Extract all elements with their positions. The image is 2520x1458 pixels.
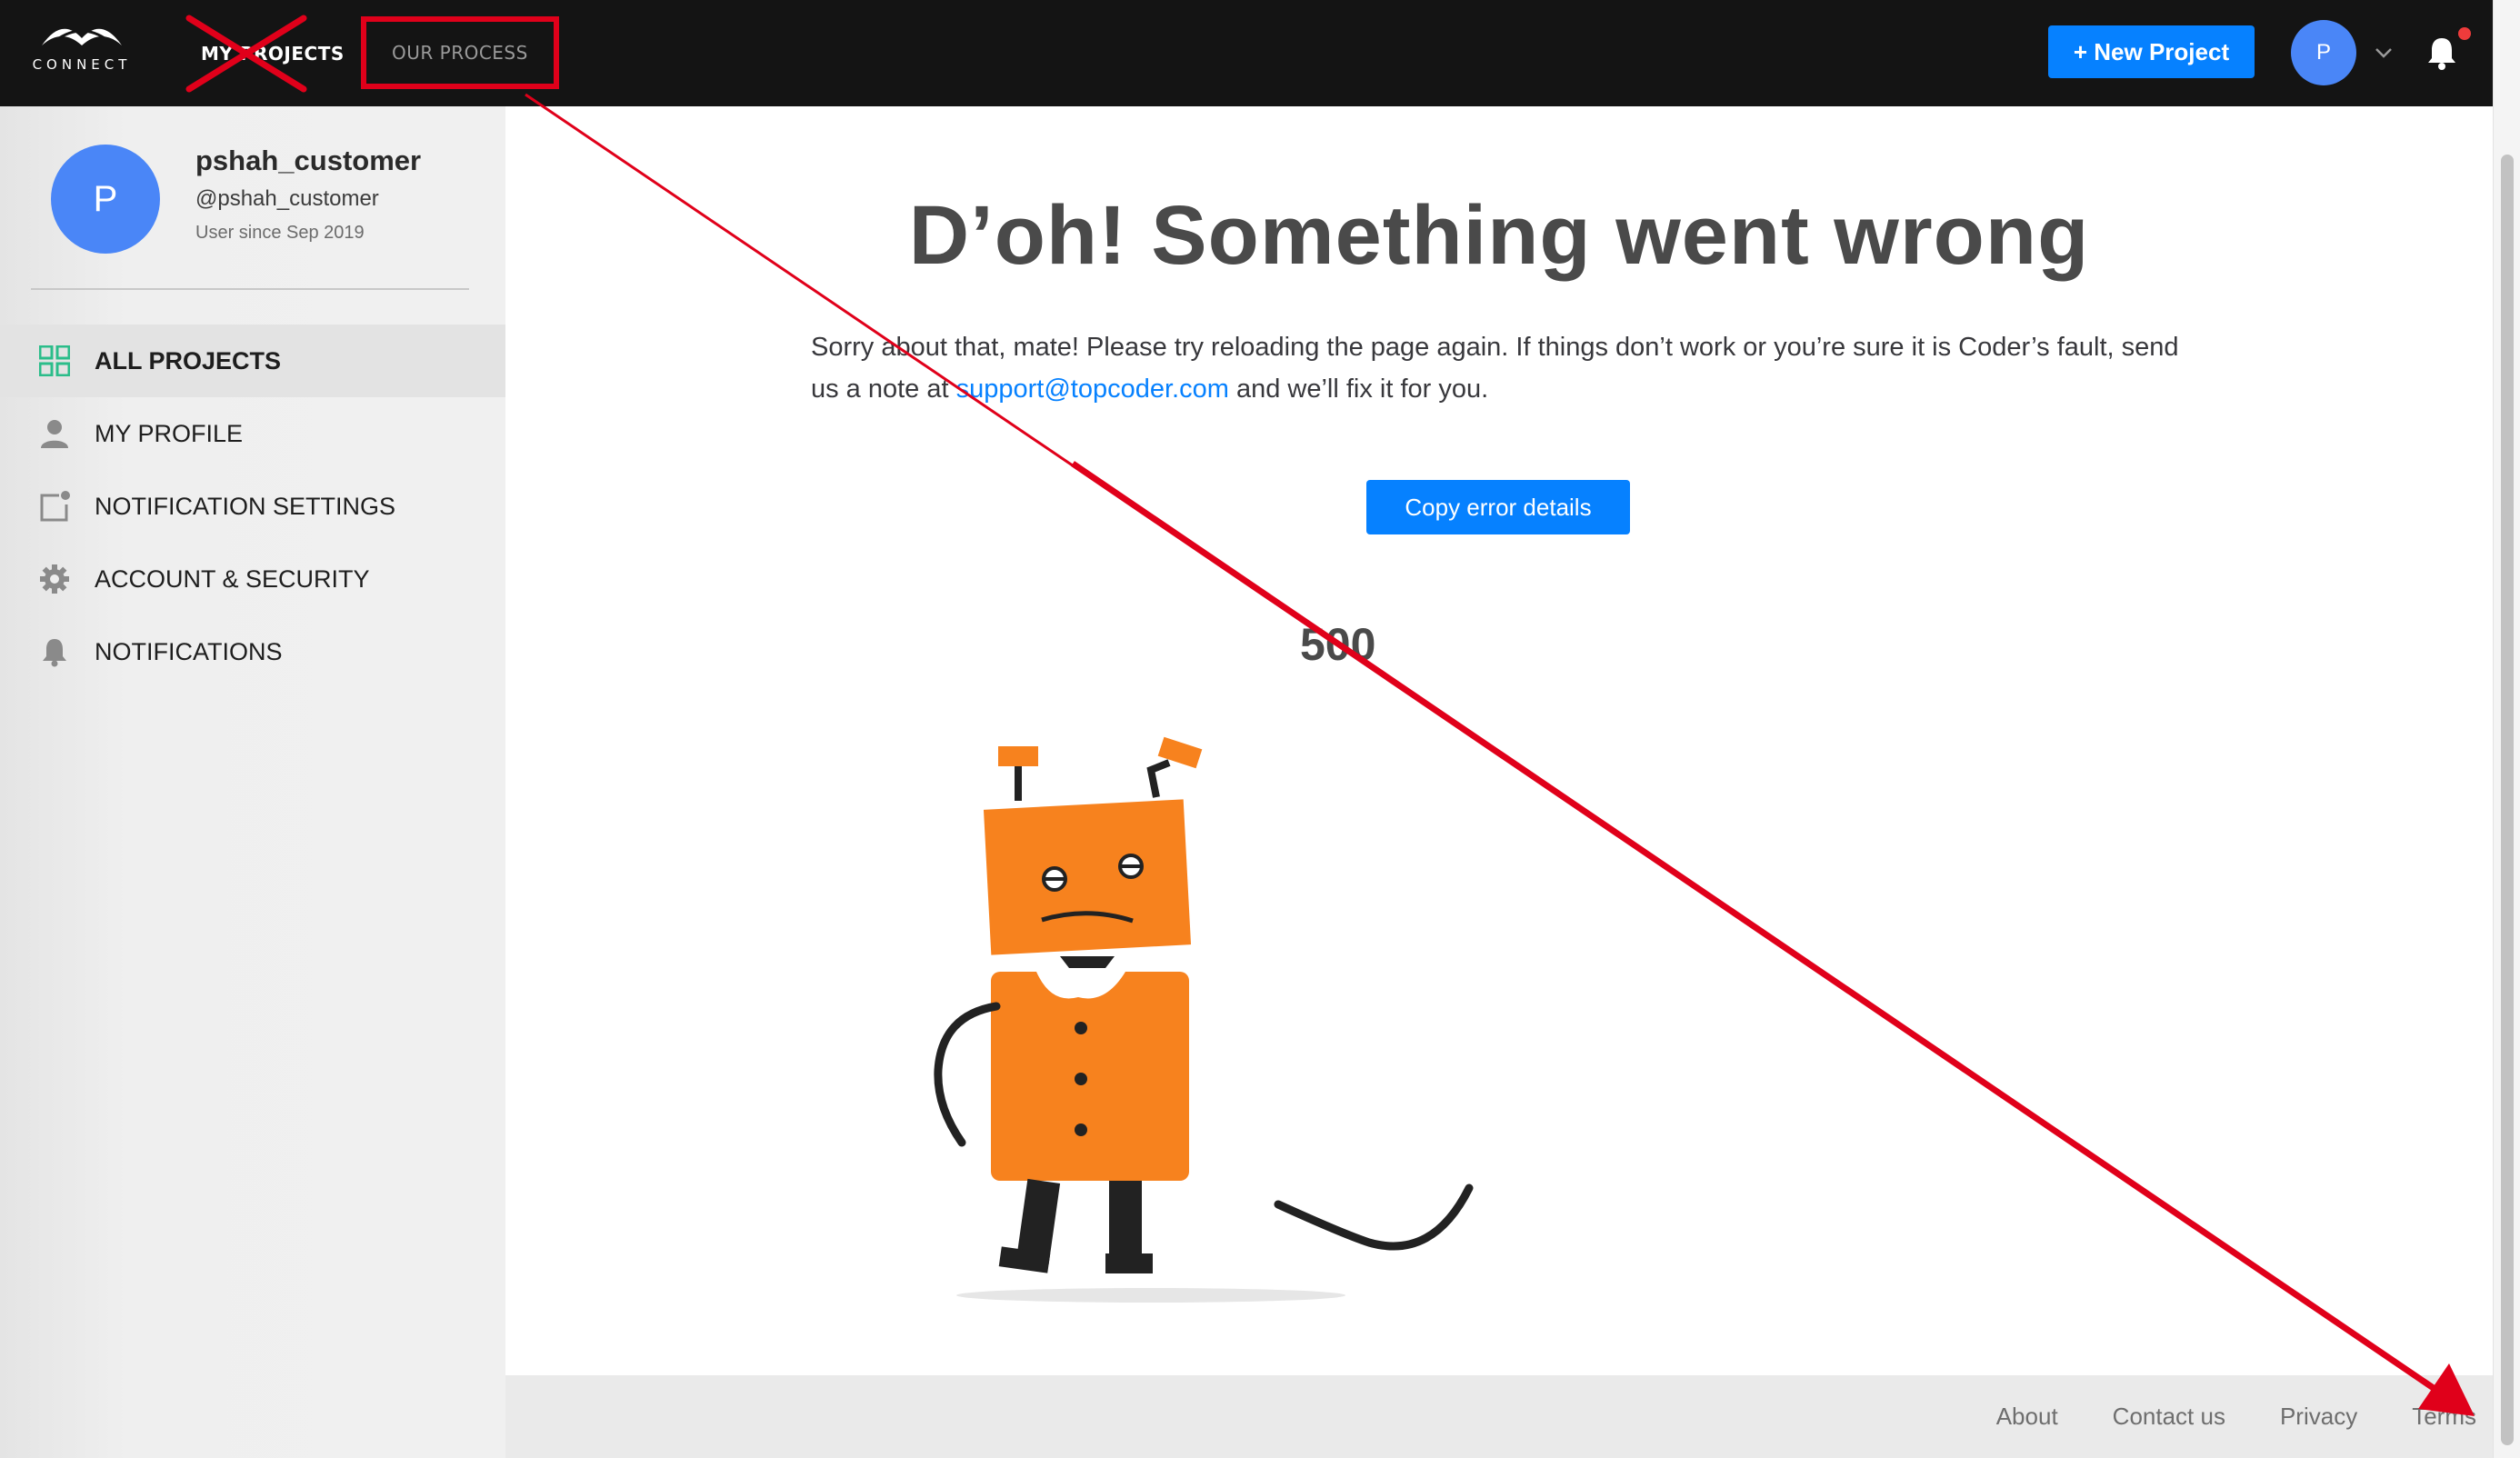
notification-settings-icon bbox=[36, 488, 73, 524]
footer-link-terms[interactable]: Terms bbox=[2412, 1403, 2476, 1431]
page-scrollbar[interactable] bbox=[2493, 0, 2520, 1458]
sidebar-item-notifications[interactable]: NOTIFICATIONS bbox=[0, 615, 505, 688]
bell-icon bbox=[36, 634, 73, 670]
sidebar-item-my-profile[interactable]: MY PROFILE bbox=[0, 397, 505, 470]
sidebar-item-label: NOTIFICATION SETTINGS bbox=[95, 492, 396, 520]
top-navbar: CONNECT MY PROJECTS OUR PROCESS + New Pr… bbox=[0, 0, 2493, 106]
nav-our-process[interactable]: OUR PROCESS bbox=[361, 16, 559, 89]
footer-link-about[interactable]: About bbox=[1996, 1403, 2058, 1431]
sidebar-item-all-projects[interactable]: ALL PROJECTS bbox=[0, 325, 505, 397]
sidebar-handle: @pshah_customer bbox=[195, 186, 379, 211]
sidebar-divider bbox=[31, 288, 469, 290]
sidebar-avatar: P bbox=[51, 145, 160, 254]
connect-logo-icon bbox=[42, 28, 122, 45]
main-content: D’oh! Something went wrong Sorry about t… bbox=[505, 106, 2493, 1375]
user-avatar[interactable]: P bbox=[2291, 20, 2356, 85]
sidebar-item-label: ACCOUNT & SECURITY bbox=[95, 564, 370, 593]
scrollbar-thumb[interactable] bbox=[2501, 155, 2514, 1445]
grid-icon bbox=[36, 343, 73, 379]
notifications-bell-icon[interactable] bbox=[2424, 35, 2460, 71]
error-title: D’oh! Something went wrong bbox=[908, 189, 2090, 282]
broken-robot-illustration bbox=[934, 736, 1474, 1303]
error-message: Sorry about that, mate! Please try reloa… bbox=[811, 326, 2211, 410]
notification-badge bbox=[2458, 27, 2471, 40]
nav-my-projects[interactable]: MY PROJECTS bbox=[201, 0, 345, 106]
gear-icon bbox=[36, 561, 73, 597]
sidebar-item-label: NOTIFICATIONS bbox=[95, 637, 283, 665]
sidebar-menu: ALL PROJECTS MY PROFILE NOTIFICATION SET… bbox=[0, 325, 505, 688]
support-email-link[interactable]: support@topcoder.com bbox=[956, 374, 1229, 404]
person-icon bbox=[36, 415, 73, 452]
sidebar-item-account-security[interactable]: ACCOUNT & SECURITY bbox=[0, 543, 505, 615]
chevron-down-icon[interactable] bbox=[2373, 42, 2395, 64]
sidebar-item-label: MY PROFILE bbox=[95, 419, 244, 447]
error-message-text-end: and we’ll fix it for you. bbox=[1228, 374, 1489, 404]
sidebar: P pshah_customer @pshah_customer User si… bbox=[0, 106, 505, 1458]
sidebar-username: pshah_customer bbox=[195, 145, 422, 176]
footer: About Contact us Privacy Terms bbox=[505, 1375, 2493, 1458]
sidebar-member-since: User since Sep 2019 bbox=[195, 223, 365, 243]
new-project-button[interactable]: + New Project bbox=[2048, 25, 2255, 78]
sidebar-item-label: ALL PROJECTS bbox=[95, 346, 282, 374]
connect-logo[interactable]: CONNECT bbox=[25, 18, 138, 85]
footer-link-privacy[interactable]: Privacy bbox=[2280, 1403, 2357, 1431]
footer-links: About Contact us Privacy Terms bbox=[1996, 1375, 2476, 1458]
logo-text: CONNECT bbox=[32, 56, 132, 73]
footer-link-contact[interactable]: Contact us bbox=[2113, 1403, 2225, 1431]
copy-error-details-button[interactable]: Copy error details bbox=[1366, 480, 1630, 534]
sidebar-item-notification-settings[interactable]: NOTIFICATION SETTINGS bbox=[0, 470, 505, 543]
